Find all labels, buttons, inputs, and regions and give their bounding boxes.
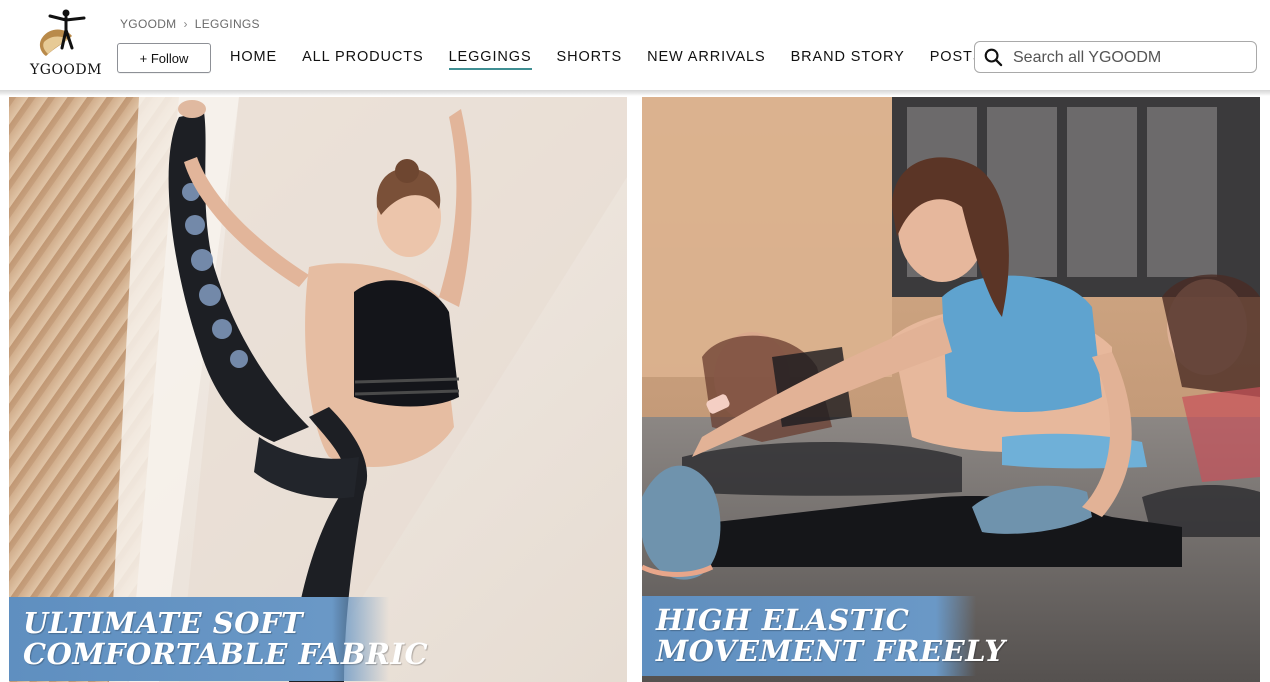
nav-shorts[interactable]: SHORTS: [557, 49, 623, 70]
follow-button[interactable]: + Follow: [117, 43, 211, 73]
feature-banner-soft-fabric: ULTIMATE SOFT COMFORTABLE FABRIC: [9, 597, 429, 681]
nav-home[interactable]: HOME: [230, 49, 277, 70]
nav-new-arrivals[interactable]: NEW ARRIVALS: [647, 49, 766, 70]
header-divider: [0, 90, 1270, 96]
product-tile-high-elastic[interactable]: HIGH ELASTIC MOVEMENT FREELY: [642, 97, 1260, 682]
nav-leggings[interactable]: LEGGINGS: [448, 49, 532, 70]
logo-text: YGOODM: [30, 62, 102, 78]
dancer-logo-icon: [39, 9, 86, 56]
nav-all-products[interactable]: ALL PRODUCTS: [302, 49, 423, 70]
store-header: YGOODM YGOODM › LEGGINGS + Follow HOME ALL…: [0, 0, 1270, 92]
search-icon[interactable]: [984, 48, 1003, 67]
search-input[interactable]: [1011, 46, 1253, 70]
breadcrumb-separator-icon: ›: [183, 17, 188, 31]
store-nav: HOME ALL PRODUCTS LEGGINGS SHORTS NEW AR…: [230, 49, 1008, 70]
banner-line-2: MOVEMENT FREELY: [656, 634, 1006, 668]
gym-stretch-photo: [642, 97, 1260, 682]
yoga-pose-photo: [9, 97, 627, 682]
breadcrumb-store-link[interactable]: YGOODM: [120, 17, 176, 31]
banner-line-1: ULTIMATE SOFT: [23, 606, 304, 640]
breadcrumb: YGOODM › LEGGINGS: [120, 17, 260, 31]
nav-brand-story[interactable]: BRAND STORY: [791, 49, 905, 70]
banner-line-1: HIGH ELASTIC: [656, 603, 910, 637]
product-tile-soft-fabric[interactable]: ULTIMATE SOFT COMFORTABLE FABRIC: [9, 97, 627, 682]
breadcrumb-current[interactable]: LEGGINGS: [195, 17, 260, 31]
store-logo[interactable]: YGOODM: [28, 8, 104, 80]
feature-banner-high-elastic: HIGH ELASTIC MOVEMENT FREELY: [642, 596, 1006, 676]
search-box[interactable]: [974, 41, 1257, 73]
banner-line-2: COMFORTABLE FABRIC: [23, 637, 429, 671]
